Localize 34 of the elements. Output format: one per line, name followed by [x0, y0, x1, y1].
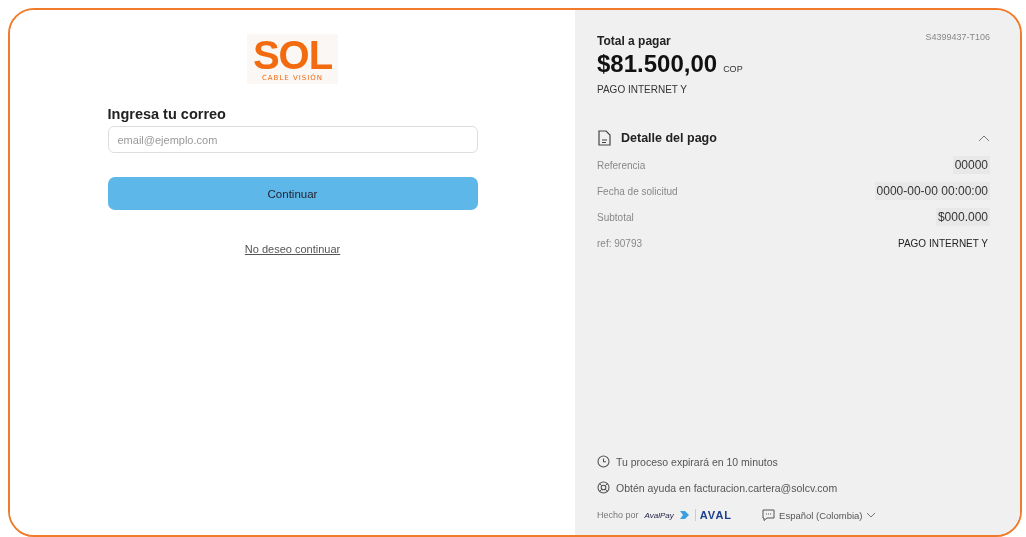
info-text: Tu proceso expirará en 10 minutos	[616, 455, 778, 468]
language-label: Español (Colombia)	[779, 509, 863, 521]
clock-icon	[597, 455, 610, 468]
lifebuoy-icon	[597, 481, 610, 494]
payment-description: PAGO INTERNET Y	[597, 84, 689, 95]
detail-value: PAGO INTERNET Y	[896, 236, 989, 251]
form-heading: Ingresa tu correo	[107, 106, 227, 122]
collapse-button[interactable]	[978, 134, 990, 142]
detail-value: 0000-00-00 00:00:00	[874, 182, 990, 200]
language-selector[interactable]: Español (Colombia)	[762, 509, 877, 521]
chevron-down-icon	[866, 512, 877, 518]
detail-value: 00000	[952, 156, 990, 174]
made-by-label: Hecho por	[597, 510, 639, 520]
brand-logo: AVAL	[694, 509, 733, 521]
document-icon	[597, 130, 611, 146]
cancel-link[interactable]: No deseo continuar	[244, 243, 341, 255]
detail-label: Fecha de solicitud	[597, 185, 678, 197]
continue-button[interactable]: Continuar	[107, 177, 478, 210]
order-id: S4399437-T106	[925, 32, 990, 44]
chat-icon	[762, 509, 776, 521]
chevron-icon	[978, 134, 990, 142]
detail-label: Subtotal	[597, 211, 634, 223]
brand-logo-small: AvalPay	[644, 510, 674, 520]
arrow-icon	[679, 511, 689, 519]
info-text: Obtén ayuda en facturacion.cartera@solcv.com	[616, 481, 838, 494]
detail-label: Referencia	[597, 159, 646, 171]
total-amount: $81.500,00	[597, 50, 718, 78]
currency: COP	[723, 64, 743, 74]
logo-text: SOL	[252, 36, 333, 74]
detail-label: ref: 90793	[597, 237, 643, 249]
detail-value: $000.000	[935, 208, 990, 226]
email-field[interactable]: email@ejemplo.com	[107, 126, 478, 153]
details-title: Detalle del pago	[621, 131, 718, 145]
total-label: Total a pagar	[597, 34, 671, 48]
